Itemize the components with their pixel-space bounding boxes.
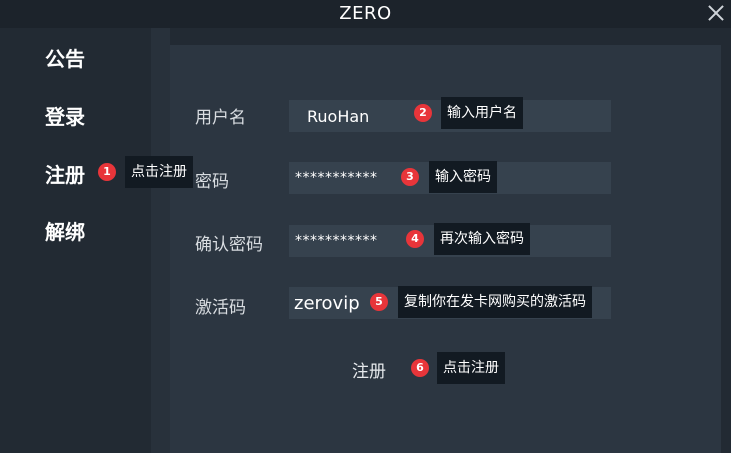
step-marker-4: 4	[406, 230, 424, 248]
step-marker-2: 2	[414, 104, 432, 122]
step-marker-5: 5	[370, 293, 388, 311]
step-tooltip-6: 点击注册	[437, 352, 505, 384]
step-marker-1: 1	[98, 163, 116, 181]
password-label: 密码	[195, 172, 229, 192]
window-title: ZERO	[339, 3, 392, 24]
step-tooltip-1: 点击注册	[125, 156, 193, 188]
step-marker-6: 6	[411, 359, 429, 377]
step-tooltip-4: 再次输入密码	[434, 223, 530, 255]
sidebar-item-login[interactable]: 登录	[45, 101, 85, 130]
sidebar-divider	[151, 28, 170, 453]
close-icon[interactable]	[705, 2, 727, 24]
step-tooltip-5: 复制你在发卡网购买的激活码	[398, 286, 592, 318]
step-tooltip-2: 输入用户名	[441, 97, 523, 129]
confirm-password-label: 确认密码	[195, 235, 263, 255]
sidebar-item-unbind[interactable]: 解绑	[45, 216, 85, 245]
username-label: 用户名	[195, 108, 246, 128]
step-tooltip-3: 输入密码	[429, 161, 497, 193]
register-button[interactable]: 注册	[352, 357, 398, 382]
window-edge	[721, 28, 731, 453]
activation-code-label: 激活码	[195, 298, 246, 318]
sidebar-item-register[interactable]: 注册	[45, 159, 85, 188]
step-marker-3: 3	[401, 168, 419, 186]
sidebar-item-announcement[interactable]: 公告	[45, 43, 85, 72]
title-bar: ZERO	[0, 0, 731, 28]
